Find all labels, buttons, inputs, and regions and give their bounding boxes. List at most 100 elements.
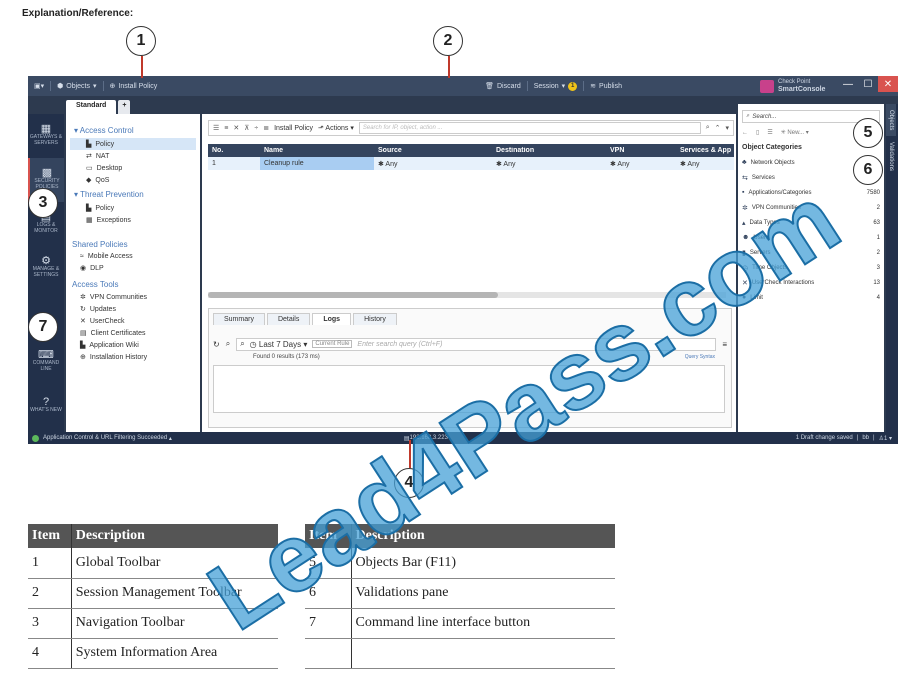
shared-policies-header: Shared Policies bbox=[72, 240, 128, 249]
tool-vpn-communities[interactable]: ✲ VPN Communities bbox=[70, 291, 196, 303]
tool-client-certificates[interactable]: ▤ Client Certificates bbox=[70, 327, 196, 339]
tree-item-desktop[interactable]: ▭ Desktop bbox=[70, 162, 196, 174]
refresh-icon[interactable]: ↻ bbox=[213, 340, 220, 349]
cube-icon: ⬢ bbox=[57, 83, 64, 90]
divider: | bbox=[873, 435, 875, 441]
results-count: Found 0 results (173 ms) bbox=[253, 354, 320, 360]
validations-side-tab[interactable]: Validations bbox=[886, 136, 896, 177]
close-button[interactable]: ✕ bbox=[878, 76, 898, 92]
nav-gateways-servers[interactable]: ▦ GATEWAYS & SERVERS bbox=[28, 114, 64, 158]
desktop-icon: ▭ bbox=[86, 165, 93, 172]
delete-icon[interactable]: ✕ bbox=[233, 124, 239, 132]
add-tab-button[interactable]: + bbox=[118, 100, 131, 114]
search-icon[interactable]: ⌕ bbox=[706, 124, 710, 132]
filter-icon[interactable]: ▾ bbox=[725, 124, 729, 132]
session-menu-button[interactable]: Session ▾ 1 bbox=[528, 81, 583, 91]
add-rule-above-icon[interactable]: ☰ bbox=[213, 124, 219, 132]
policy-icon: ▙ bbox=[86, 141, 92, 148]
rule-destination[interactable]: ✱ Any bbox=[492, 160, 606, 168]
tool-updates[interactable]: ↻ Updates bbox=[70, 303, 196, 315]
rule-services[interactable]: ✱ Any bbox=[676, 160, 734, 168]
column-header[interactable]: Name bbox=[260, 147, 374, 154]
section-label: Access Control bbox=[79, 126, 134, 135]
session-label: Session bbox=[533, 82, 559, 90]
time-range-dropdown[interactable]: ◷ Last 7 Days ▾ bbox=[250, 340, 308, 349]
objects-menu-button[interactable]: ⬢ Objects ▾ bbox=[51, 82, 102, 91]
item-label: Installation History bbox=[89, 353, 148, 361]
section-label: Threat Prevention bbox=[80, 190, 144, 199]
tree-item-mobile-access[interactable]: ≈ Mobile Access bbox=[70, 251, 196, 262]
column-header[interactable]: No. bbox=[208, 147, 260, 154]
list-icon[interactable]: ≣ bbox=[263, 124, 269, 132]
tool-usercheck[interactable]: ✕ UserCheck bbox=[70, 315, 196, 327]
table-row: 4 System Information Area bbox=[28, 638, 278, 669]
tree-item-nat[interactable]: ⇄ NAT bbox=[70, 150, 196, 162]
divide-icon[interactable]: ÷ bbox=[254, 125, 258, 132]
tree-section-threat-prevention[interactable]: ▾ Threat Prevention bbox=[74, 190, 196, 199]
category-count: 63 bbox=[873, 219, 880, 226]
tab-logs[interactable]: Logs bbox=[312, 313, 352, 325]
category-label-group: ♣ Network Objects bbox=[742, 159, 795, 166]
list-view-icon[interactable]: ☰ bbox=[767, 129, 772, 136]
tool-application-wiki[interactable]: ▙ Application Wiki bbox=[70, 339, 196, 351]
tree-item-tp-policy[interactable]: ▙ Policy bbox=[70, 202, 196, 214]
column-header[interactable]: Services & App bbox=[676, 147, 734, 154]
nav-command-line[interactable]: ⌨ COMMAND LINE bbox=[28, 340, 64, 384]
collapse-icon[interactable]: ⌃ bbox=[715, 124, 721, 132]
scrollbar-thumb[interactable] bbox=[208, 292, 498, 298]
rule-name[interactable]: Cleanup rule bbox=[260, 157, 374, 170]
clipboard-icon[interactable]: ▯ bbox=[756, 129, 759, 136]
column-header[interactable]: VPN bbox=[606, 147, 676, 154]
back-icon[interactable]: ← bbox=[742, 130, 748, 136]
new-object-button[interactable]: ✳ New... ▾ bbox=[781, 129, 809, 136]
tree-item-exceptions[interactable]: ▦ Exceptions bbox=[70, 214, 196, 226]
tree-section-access-control[interactable]: ▾ Access Control bbox=[74, 126, 196, 135]
column-header[interactable]: Source bbox=[374, 147, 492, 154]
nat-icon: ⇄ bbox=[86, 153, 92, 160]
sessions-button[interactable]: ♙1 ▾ bbox=[879, 435, 892, 442]
tab-details[interactable]: Details bbox=[266, 313, 311, 325]
tab-standard[interactable]: Standard bbox=[66, 100, 117, 114]
nav-manage-settings[interactable]: ⚙ MANAGE & SETTINGS bbox=[28, 246, 64, 290]
tool-installation-history[interactable]: ⊕ Installation History bbox=[70, 351, 196, 363]
nav-label: GATEWAYS & SERVERS bbox=[29, 134, 63, 146]
tab-summary[interactable]: Summary bbox=[213, 313, 265, 325]
query-options-icon[interactable]: ⌕ bbox=[226, 339, 230, 349]
gateways-icon: ▦ bbox=[40, 123, 52, 135]
tree-item-qos[interactable]: ◆ QoS bbox=[70, 174, 196, 186]
time-range-label: Last 7 Days bbox=[258, 339, 302, 349]
current-rule-chip[interactable]: Current Rule bbox=[312, 340, 353, 348]
navigation-toolbar: ▦GATEWAYS & SERVERS ▩SECURITY POLICIES ▤… bbox=[28, 114, 64, 432]
rule-vpn[interactable]: ✱ Any bbox=[606, 160, 676, 168]
publish-button[interactable]: ≋ Publish bbox=[584, 82, 628, 91]
install-policy-button[interactable]: ⊕ Install Policy bbox=[104, 82, 164, 91]
actions-button[interactable]: ⬏ Actions ▾ bbox=[318, 124, 354, 132]
column-header: Item bbox=[28, 524, 72, 548]
tree-item-dlp[interactable]: ◉ DLP bbox=[70, 262, 196, 274]
tree-item-ac-policy[interactable]: ▙ Policy bbox=[70, 138, 196, 150]
install-policy-tool-button[interactable]: Install Policy bbox=[274, 125, 313, 132]
session-badge: 1 bbox=[568, 81, 578, 91]
item-label: Updates bbox=[89, 305, 116, 313]
status-message[interactable]: Application Control & URL Filtering Succ… bbox=[43, 435, 167, 441]
category-icon: ⇆ bbox=[742, 174, 748, 182]
section-icon[interactable]: ⊼ bbox=[244, 124, 249, 132]
chevron-up-icon: ▴ bbox=[167, 435, 172, 442]
history-icon: ⊕ bbox=[80, 354, 86, 361]
callout-7: 7 bbox=[28, 312, 58, 342]
table-row[interactable]: 1 Cleanup rule ✱ Any ✱ Any ✱ Any ✱ Any bbox=[208, 157, 734, 170]
column-header[interactable]: Destination bbox=[492, 147, 606, 154]
main-menu-button[interactable]: ▣▾ bbox=[28, 82, 50, 90]
trash-icon: 🗑 bbox=[485, 83, 494, 90]
objects-label: Objects bbox=[66, 82, 90, 90]
nav-whats-new[interactable]: ? WHAT'S NEW bbox=[28, 384, 64, 428]
maximize-button[interactable]: ☐ bbox=[858, 76, 878, 92]
objects-side-tab[interactable]: Objects bbox=[886, 104, 896, 137]
policy-search-input[interactable]: Search for IP, object, action ... bbox=[358, 122, 701, 134]
add-rule-below-icon[interactable]: ≡ bbox=[224, 125, 228, 132]
item-number: 2 bbox=[28, 578, 72, 609]
tab-history[interactable]: History bbox=[353, 313, 397, 325]
discard-button[interactable]: 🗑 Discard bbox=[479, 82, 527, 91]
rule-source[interactable]: ✱ Any bbox=[374, 160, 492, 168]
minimize-button[interactable]: — bbox=[838, 76, 858, 92]
